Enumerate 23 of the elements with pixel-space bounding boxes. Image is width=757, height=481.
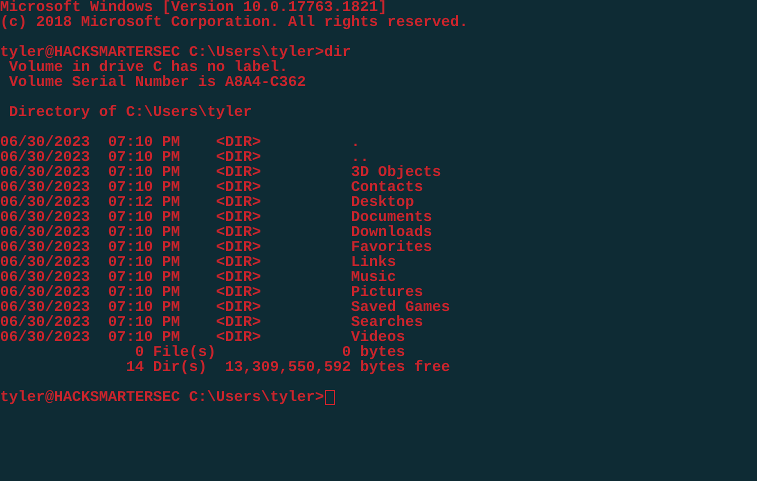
console-output-line: 06/30/2023 07:10 PM <DIR> Videos bbox=[0, 330, 406, 345]
console-output-line: 0 File(s) 0 bytes bbox=[134, 345, 406, 360]
console-output-line: 06/30/2023 07:12 PM <DIR> Desktop bbox=[0, 195, 414, 210]
console-output-line: Volume Serial Number is A8A4-C362 bbox=[8, 75, 306, 90]
console-output-line: 06/30/2023 07:10 PM <DIR> Documents bbox=[0, 210, 432, 225]
console-output-line: 06/30/2023 07:10 PM <DIR> Favorites bbox=[0, 240, 432, 255]
console-output-line: Volume in drive C has no label. bbox=[9, 60, 288, 75]
console-output-line: 06/30/2023 07:10 PM <DIR> Music bbox=[0, 270, 396, 285]
console-output-line: (c) 2018 Microsoft Corporation. All rights reserved. bbox=[0, 15, 468, 30]
console-output-line: 06/30/2023 07:10 PM <DIR> Searches bbox=[0, 315, 424, 330]
console-output-line: 06/30/2023 07:10 PM <DIR> .. bbox=[0, 150, 370, 165]
console-output-line: 06/30/2023 07:10 PM <DIR> Downloads bbox=[0, 225, 432, 240]
console-output-line: 06/30/2023 07:10 PM <DIR> Saved Games bbox=[0, 300, 450, 315]
command-prompt-line: tyler@HACKSMARTERSEC C:\Users\tyler> bbox=[0, 390, 324, 405]
console-output-line: Microsoft Windows [Version 10.0.17763.1821] bbox=[0, 0, 388, 15]
console-output-line: 14 Dir(s) 13,309,550,592 bytes free bbox=[125, 360, 450, 375]
console-output-line: 06/30/2023 07:10 PM <DIR> 3D Objects bbox=[0, 165, 442, 180]
console-output-line: 06/30/2023 07:10 PM <DIR> Pictures bbox=[0, 285, 424, 300]
console-output-line: 06/30/2023 07:10 PM <DIR> Links bbox=[0, 255, 396, 270]
console-output-line: 06/30/2023 07:10 PM <DIR> . bbox=[0, 135, 360, 150]
command-prompt-line: tyler@HACKSMARTERSEC C:\Users\tyler>dir bbox=[0, 45, 352, 60]
console-output-line: Directory of C:\Users\tyler bbox=[8, 105, 252, 120]
console-output-line: 06/30/2023 07:10 PM <DIR> Contacts bbox=[0, 180, 424, 195]
